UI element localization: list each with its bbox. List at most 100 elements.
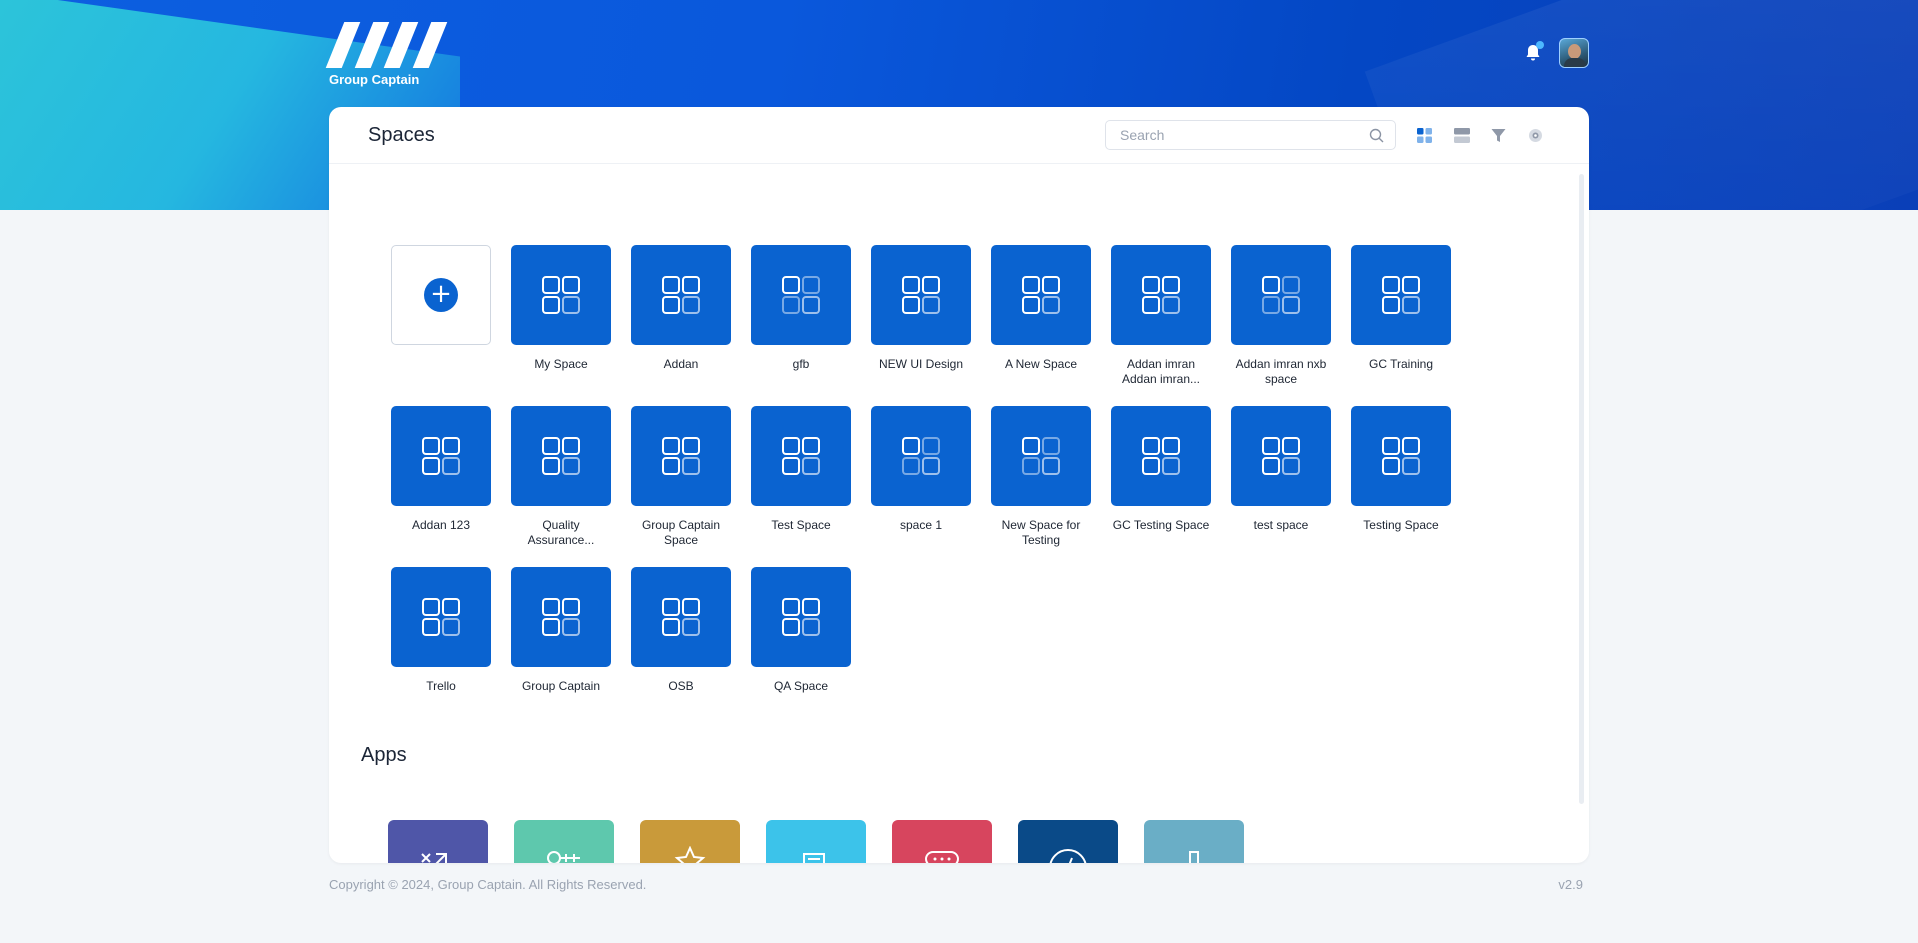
scrollbar[interactable]	[1579, 174, 1584, 804]
space-grid-icon	[1142, 276, 1180, 314]
device-icon	[1189, 851, 1199, 863]
search-box[interactable]	[1105, 120, 1396, 150]
filter-icon[interactable]	[1490, 127, 1507, 144]
space-label: A New Space	[1004, 357, 1078, 371]
space-button[interactable]	[391, 567, 491, 667]
space-label: QA Space	[773, 679, 829, 693]
space-tile[interactable]: Test Space	[751, 406, 851, 567]
space-tile[interactable]: Group Captain	[511, 567, 611, 728]
space-grid-icon	[1022, 276, 1060, 314]
add-space-button[interactable]: +	[391, 245, 491, 345]
brand-name: Group Captain	[329, 72, 420, 87]
space-button[interactable]	[871, 245, 971, 345]
space-tile[interactable]: GC Testing Space	[1111, 406, 1211, 567]
space-label: Group Captain Space	[641, 518, 721, 547]
space-tile[interactable]: NEW UI Design	[871, 245, 971, 406]
space-button[interactable]	[1111, 406, 1211, 506]
footer: Copyright © 2024, Group Captain. All Rig…	[329, 877, 1583, 892]
search-icon[interactable]	[1368, 127, 1385, 144]
space-tile[interactable]: test space	[1231, 406, 1331, 567]
page-title: Spaces	[368, 123, 435, 146]
grid-view-icon[interactable]	[1416, 127, 1433, 144]
space-button[interactable]	[871, 406, 971, 506]
space-tile[interactable]: Addan imran Addan imran...	[1111, 245, 1211, 406]
space-tile[interactable]: My Space	[511, 245, 611, 406]
space-grid-icon	[542, 276, 580, 314]
list-view-icon[interactable]	[1453, 127, 1470, 144]
space-tile[interactable]: Trello	[391, 567, 491, 728]
app-tile[interactable]	[766, 820, 866, 863]
space-button[interactable]	[751, 245, 851, 345]
space-button[interactable]	[751, 567, 851, 667]
toolbar	[1105, 120, 1544, 150]
space-label: OSB	[668, 679, 694, 693]
space-label: GC Testing Space	[1112, 518, 1210, 532]
app-tile[interactable]	[892, 820, 992, 863]
space-tile[interactable]: Addan	[631, 245, 731, 406]
settings-icon[interactable]	[1527, 127, 1544, 144]
header-actions	[1525, 38, 1589, 68]
space-label: gfb	[792, 357, 810, 371]
copyright-text: Copyright © 2024, Group Captain. All Rig…	[329, 877, 647, 892]
space-button[interactable]	[631, 567, 731, 667]
spaces-card: Spaces +	[329, 107, 1589, 863]
space-grid-icon	[1022, 437, 1060, 475]
space-button[interactable]	[391, 406, 491, 506]
space-button[interactable]	[511, 567, 611, 667]
space-grid-icon	[662, 598, 700, 636]
space-tile[interactable]: space 1	[871, 406, 971, 567]
space-button[interactable]	[1231, 245, 1331, 345]
space-button[interactable]	[1111, 245, 1211, 345]
space-tile[interactable]: Testing Space	[1351, 406, 1451, 567]
brand-logo[interactable]: Group Captain	[325, 22, 449, 87]
space-label: New Space for Testing	[1001, 518, 1081, 547]
app-tile[interactable]	[1144, 820, 1244, 863]
space-tile[interactable]: Addan imran nxb space	[1231, 245, 1331, 406]
bell-icon[interactable]	[1525, 41, 1544, 62]
avatar[interactable]	[1559, 38, 1589, 68]
space-label: Quality Assurance...	[527, 518, 595, 547]
space-button[interactable]	[991, 406, 1091, 506]
space-label: GC Training	[1368, 357, 1434, 371]
space-label: space 1	[899, 518, 943, 532]
add-space-tile[interactable]: +	[391, 245, 491, 406]
space-button[interactable]	[631, 245, 731, 345]
space-grid-icon	[542, 598, 580, 636]
space-grid-icon	[662, 276, 700, 314]
app-tile[interactable]	[388, 820, 488, 863]
space-grid-icon	[782, 437, 820, 475]
space-grid-icon	[782, 598, 820, 636]
notification-dot	[1536, 41, 1544, 49]
search-input[interactable]	[1120, 127, 1368, 143]
space-button[interactable]	[1351, 406, 1451, 506]
space-tile[interactable]: GC Training	[1351, 245, 1451, 406]
app-tile[interactable]	[640, 820, 740, 863]
space-grid-icon	[422, 598, 460, 636]
space-tile[interactable]: Quality Assurance...	[511, 406, 611, 567]
space-tile[interactable]: New Space for Testing	[991, 406, 1091, 567]
space-label: Addan	[663, 357, 699, 371]
space-tile[interactable]: A New Space	[991, 245, 1091, 406]
space-tile[interactable]: OSB	[631, 567, 731, 728]
space-button[interactable]	[511, 245, 611, 345]
space-tile[interactable]: gfb	[751, 245, 851, 406]
space-label: test space	[1253, 518, 1309, 532]
space-tile[interactable]: Group Captain Space	[631, 406, 731, 567]
space-tile[interactable]: Addan 123	[391, 406, 491, 567]
space-button[interactable]	[631, 406, 731, 506]
card-header: Spaces	[329, 107, 1589, 164]
space-button[interactable]	[511, 406, 611, 506]
space-button[interactable]	[1351, 245, 1451, 345]
space-button[interactable]	[751, 406, 851, 506]
apps-heading: Apps	[361, 744, 407, 766]
space-button[interactable]	[991, 245, 1091, 345]
space-grid-icon	[1262, 437, 1300, 475]
space-grid-icon	[902, 276, 940, 314]
space-label: Addan imran Addan imran...	[1121, 357, 1201, 386]
app-tile[interactable]	[1018, 820, 1118, 863]
gauge-icon	[1049, 849, 1087, 863]
space-tile[interactable]: QA Space	[751, 567, 851, 728]
space-grid-icon	[542, 437, 580, 475]
app-tile[interactable]	[514, 820, 614, 863]
space-button[interactable]	[1231, 406, 1331, 506]
